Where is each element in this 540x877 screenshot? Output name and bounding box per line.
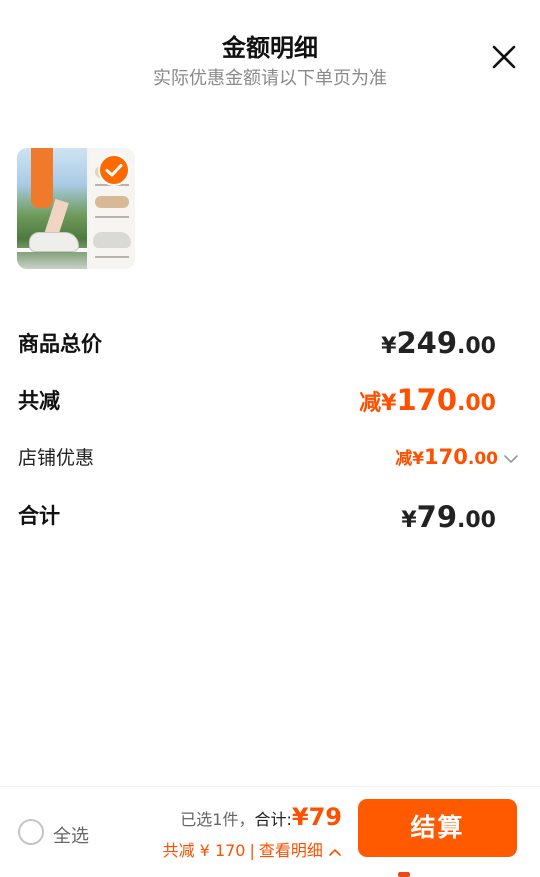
goods-total-amount: ¥249.00 bbox=[381, 326, 496, 360]
chevron-up-icon[interactable] bbox=[328, 846, 342, 858]
subtotal-label: 合计 bbox=[18, 504, 60, 528]
sheet-subtitle: 实际优惠金额请以下单页为准 bbox=[153, 68, 387, 89]
close-icon[interactable] bbox=[489, 42, 519, 72]
subtotal-amount: ¥79.00 bbox=[401, 500, 496, 534]
bottom-divider bbox=[0, 786, 540, 787]
footer-total-value: ¥79 bbox=[291, 803, 342, 831]
shop-discount-label: 店铺优惠 bbox=[18, 447, 95, 469]
amount-detail-sheet: 金额明细 实际优惠金额请以下单页为准 商品总价 ¥249.00 共减 减¥170… bbox=[0, 0, 540, 877]
reduce-summary[interactable]: 共减 ¥ 170 | 查看明细 bbox=[163, 837, 342, 861]
select-all-radio[interactable] bbox=[18, 819, 44, 845]
product-photo bbox=[17, 148, 87, 269]
select-all-label[interactable]: 全选 bbox=[53, 822, 89, 848]
total-reduce-amount: 减¥170.00 bbox=[359, 383, 496, 417]
home-indicator bbox=[398, 872, 410, 877]
shop-discount-amount[interactable]: 减¥170.00 bbox=[395, 444, 498, 469]
footer-reduce-text: 共减 ¥ 170 bbox=[162, 841, 246, 860]
selection-summary: 已选1件，合计:¥79 bbox=[180, 803, 342, 831]
checkout-button[interactable]: 结算 bbox=[358, 799, 517, 857]
sheet-title: 金额明细 bbox=[222, 34, 318, 62]
footer-separator: | bbox=[249, 841, 255, 860]
chevron-down-icon[interactable] bbox=[503, 451, 519, 467]
goods-total-label: 商品总价 bbox=[18, 332, 102, 356]
total-reduce-label: 共减 bbox=[18, 389, 60, 413]
selected-count: 已选1件， bbox=[180, 810, 255, 829]
selected-check-icon[interactable] bbox=[98, 154, 130, 186]
footer-total-label: 合计: bbox=[254, 810, 292, 829]
view-detail-link[interactable]: 查看明细 bbox=[259, 841, 323, 860]
